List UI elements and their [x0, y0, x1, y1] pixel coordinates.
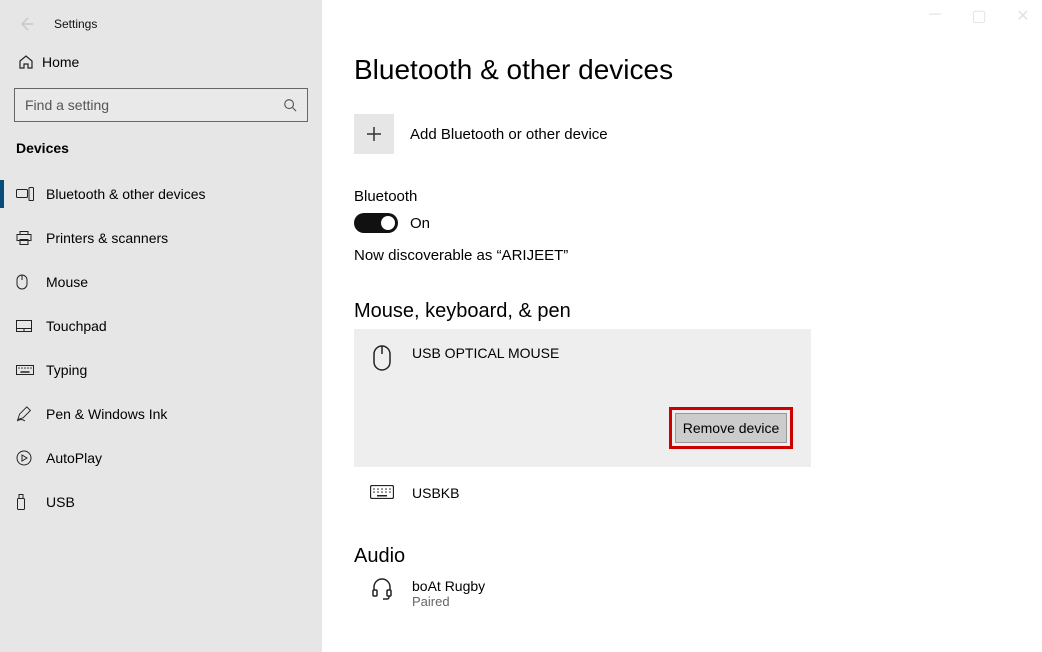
nav-label: Bluetooth & other devices — [46, 186, 206, 202]
add-device-label: Add Bluetooth or other device — [410, 126, 608, 143]
nav-label: Pen & Windows Ink — [46, 406, 167, 422]
autoplay-icon — [16, 450, 46, 466]
nav-autoplay[interactable]: AutoPlay — [0, 436, 322, 480]
search-input[interactable] — [25, 97, 283, 113]
search-icon — [283, 98, 297, 112]
settings-content: Bluetooth & other devices Add Bluetooth … — [322, 0, 1042, 652]
home-icon — [18, 54, 42, 70]
keyboard-icon — [368, 485, 396, 499]
keyboard-icon — [16, 365, 46, 375]
nav-mouse[interactable]: Mouse — [0, 260, 322, 304]
app-title: Settings — [54, 17, 97, 31]
titlebar: Settings — [0, 8, 322, 40]
remove-highlight: Remove device — [669, 407, 793, 449]
nav-printers[interactable]: Printers & scanners — [0, 216, 322, 260]
window-controls: ─ ▢ ✕ — [926, 6, 1032, 26]
headset-icon — [368, 578, 396, 600]
section-mouse-keyboard: Mouse, keyboard, & pen — [354, 300, 1042, 323]
usb-icon — [16, 494, 46, 510]
device-name: USB OPTICAL MOUSE — [412, 345, 559, 361]
nav-touchpad[interactable]: Touchpad — [0, 304, 322, 348]
mouse-icon — [16, 274, 46, 290]
page-title: Bluetooth & other devices — [354, 54, 1042, 86]
sidebar-category: Devices — [0, 140, 322, 172]
device-row-audio[interactable]: boAt Rugby Paired — [354, 574, 811, 629]
bluetooth-state: On — [410, 215, 430, 232]
device-card-mouse[interactable]: USB OPTICAL MOUSE Remove device — [354, 329, 811, 467]
settings-sidebar: Settings Home Devices Bluetooth & other … — [0, 0, 322, 652]
bluetooth-label: Bluetooth — [354, 188, 1042, 205]
remove-device-button[interactable]: Remove device — [675, 413, 787, 443]
device-name: USBKB — [412, 485, 459, 501]
minimize-button[interactable]: ─ — [926, 6, 944, 26]
touchpad-icon — [16, 320, 46, 332]
nav-label: USB — [46, 494, 75, 510]
nav-label: AutoPlay — [46, 450, 102, 466]
printer-icon — [16, 231, 46, 245]
nav-typing[interactable]: Typing — [0, 348, 322, 392]
nav-label: Mouse — [46, 274, 88, 290]
nav-pen[interactable]: Pen & Windows Ink — [0, 392, 322, 436]
pen-icon — [16, 406, 46, 422]
plus-icon — [365, 125, 383, 143]
device-name: boAt Rugby — [412, 578, 485, 594]
arrow-left-icon — [18, 16, 34, 32]
nav-usb[interactable]: USB — [0, 480, 322, 524]
nav-label: Typing — [46, 362, 87, 378]
nav-label: Printers & scanners — [46, 230, 168, 246]
discoverable-text: Now discoverable as “ARIJEET” — [354, 247, 1042, 264]
bluetooth-toggle[interactable] — [354, 213, 398, 233]
sidebar-home[interactable]: Home — [0, 40, 322, 84]
nav-label: Touchpad — [46, 318, 107, 334]
maximize-button[interactable]: ▢ — [970, 6, 988, 26]
add-device-row[interactable]: Add Bluetooth or other device — [354, 114, 1042, 154]
section-audio: Audio — [354, 545, 1042, 568]
sidebar-home-label: Home — [42, 54, 79, 70]
add-device-button[interactable] — [354, 114, 394, 154]
device-row-keyboard[interactable]: USBKB — [354, 481, 811, 521]
nav-bluetooth[interactable]: Bluetooth & other devices — [0, 172, 322, 216]
back-button[interactable] — [12, 10, 40, 38]
device-status: Paired — [412, 594, 485, 609]
mouse-icon — [368, 345, 396, 371]
devices-icon — [16, 187, 46, 201]
close-button[interactable]: ✕ — [1014, 6, 1032, 26]
sidebar-search[interactable] — [14, 88, 308, 122]
